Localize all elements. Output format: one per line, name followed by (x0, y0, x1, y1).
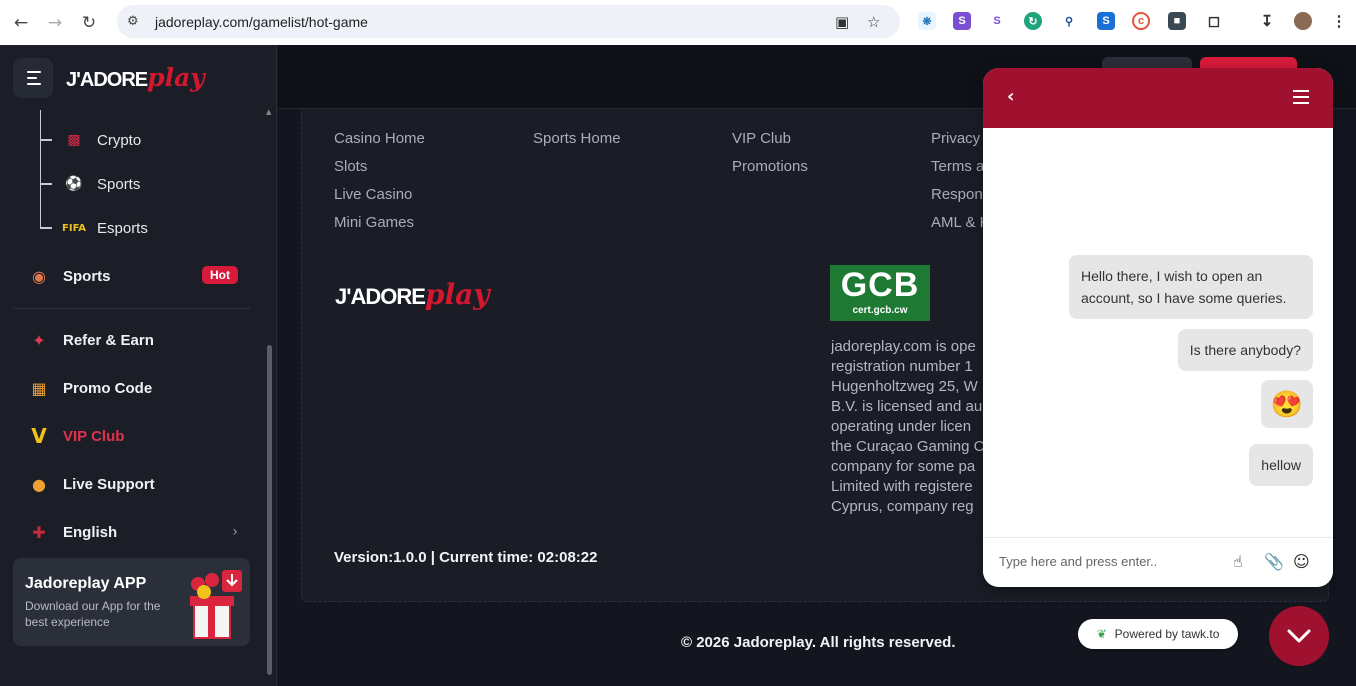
browser-toolbar: ← → ↻ ⚙ jadoreplay.com/gamelist/hot-game… (0, 0, 1356, 45)
footer-link-privacy[interactable]: Privacy (931, 130, 980, 147)
chat-message: Is there anybody? (1177, 329, 1313, 371)
powered-by-tawk-link[interactable]: ❦ Powered by tawk.to (1078, 619, 1238, 649)
footer-link-terms[interactable]: Terms a (931, 158, 984, 175)
license-text: jadoreplay.com is ope registration numbe… (831, 338, 985, 515)
extension-icon-6[interactable]: S (1097, 12, 1115, 30)
footer-link-aml[interactable]: AML & K (931, 214, 990, 231)
sidebar-item-promo-code[interactable]: ▦ Promo Code (27, 375, 242, 401)
extension-icon-1[interactable]: ❋ (918, 12, 936, 30)
site-logo[interactable]: J'ADOREplay (66, 63, 205, 92)
sidebar-item-refer-earn[interactable]: ✦ Refer & Earn (27, 327, 242, 353)
extension-icon-8[interactable]: ■ (1168, 12, 1186, 30)
back-arrow-icon[interactable]: ← (6, 8, 36, 38)
emoji-icon[interactable]: ☺ (1293, 552, 1310, 571)
app-download-card[interactable]: Jadoreplay APP Download our App for the … (13, 558, 250, 646)
soccer-ball-icon: ⚽ (65, 176, 83, 192)
sidebar-item-esports[interactable]: FIFA Esports (40, 217, 148, 239)
vip-crown-icon: V (31, 424, 47, 448)
footer-link-sports-home[interactable]: Sports Home (533, 130, 621, 147)
chat-toggle-button[interactable] (1269, 606, 1329, 666)
url-text[interactable]: jadoreplay.com/gamelist/hot-game (155, 14, 368, 30)
attachment-icon[interactable]: 📎 (1264, 552, 1284, 571)
gift-download-icon (190, 570, 242, 639)
footer-link-mini-games[interactable]: Mini Games (334, 214, 414, 231)
footer-link-responsible[interactable]: Respon (931, 186, 983, 203)
gcb-license-seal[interactable]: GCB cert.gcb.cw (830, 265, 930, 321)
hamburger-menu-icon[interactable] (13, 58, 53, 98)
chat-input-placeholder[interactable]: Type here and press enter.. (999, 554, 1157, 569)
chat-menu-icon[interactable] (1293, 90, 1309, 104)
uk-flag-icon: ✚ (32, 522, 46, 542)
sidebar-item-language[interactable]: ✚ English › (27, 519, 242, 545)
fifa-icon: FIFA (62, 222, 86, 234)
extension-icon-3[interactable]: S (988, 12, 1006, 30)
extension-icon-5[interactable]: ⚲ (1060, 12, 1078, 30)
gift-box-icon: ▦ (31, 378, 47, 398)
install-app-icon[interactable]: ▣ (835, 13, 849, 31)
extension-icon-2[interactable]: S (953, 12, 971, 30)
chat-widget: ‹ Hello there, I wish to open an account… (983, 68, 1333, 587)
sidebar-item-live-support[interactable]: ● Live Support (27, 471, 242, 497)
footer-link-vip-club[interactable]: VIP Club (732, 130, 791, 147)
sidebar-item-sports-sub[interactable]: ⚽ Sports (40, 173, 140, 195)
footer-link-slots[interactable]: Slots (334, 158, 367, 175)
chevron-right-icon: › (232, 524, 238, 540)
hot-badge: Hot (202, 266, 238, 284)
browser-menu-icon[interactable]: ⋮ (1330, 12, 1348, 30)
footer-logo: J'ADOREplay (335, 278, 490, 311)
footer-link-live-casino[interactable]: Live Casino (334, 186, 412, 203)
version-text: Version:1.0.0 | Current time: 02:08:22 (334, 549, 598, 566)
tree-connector (40, 110, 50, 227)
chat-message: 😍 (1260, 380, 1313, 428)
divider (13, 308, 250, 309)
support-agent-icon: ● (32, 474, 46, 494)
thumbs-up-icon[interactable]: ☝ (1233, 552, 1243, 571)
basketball-icon: ◉ (32, 266, 46, 286)
footer-link-promotions[interactable]: Promotions (732, 158, 808, 175)
sidebar-item-sports[interactable]: ◉ Sports Hot (27, 263, 242, 289)
chat-message: Hello there, I wish to open an account, … (1069, 255, 1313, 319)
extension-icon-7[interactable]: c (1132, 12, 1150, 30)
tawk-leaf-icon: ❦ (1096, 627, 1107, 641)
reload-icon[interactable]: ↻ (74, 8, 104, 38)
address-bar[interactable]: ⚙ jadoreplay.com/gamelist/hot-game ▣ ☆ (117, 5, 900, 38)
bookmark-star-icon[interactable]: ☆ (867, 13, 880, 31)
forward-arrow-icon[interactable]: → (40, 8, 70, 38)
refer-icon: ✦ (32, 330, 46, 350)
extension-icon-4[interactable]: ↻ (1024, 12, 1042, 30)
sidebar-item-crypto[interactable]: ▩ Crypto (40, 129, 141, 151)
download-icon[interactable]: ↧ (1258, 12, 1276, 30)
chat-input-bar[interactable]: Type here and press enter.. ☝ 📎 ☺ (983, 537, 1333, 587)
extensions-puzzle-icon[interactable]: ◻ (1205, 12, 1223, 30)
chat-header: ‹ (983, 68, 1333, 128)
sidebar: J'ADOREplay ▲ ▩ Crypto ⚽ Sports FIFA Esp… (0, 45, 277, 686)
scroll-up-arrow-icon[interactable]: ▲ (266, 108, 271, 116)
sidebar-scrollbar[interactable] (267, 345, 272, 675)
app-card-subtitle: Download our App for the best experience (25, 599, 161, 629)
crypto-chart-icon: ▩ (67, 132, 81, 148)
chevron-down-icon (1287, 629, 1311, 643)
chevron-left-icon[interactable]: ‹ (1007, 86, 1014, 107)
site-settings-icon[interactable]: ⚙ (127, 14, 147, 29)
app-card-title: Jadoreplay APP (25, 575, 147, 592)
footer-link-casino-home[interactable]: Casino Home (334, 130, 425, 147)
profile-avatar[interactable] (1294, 12, 1312, 30)
sidebar-item-vip-club[interactable]: V VIP Club (27, 423, 242, 449)
copyright-text: © 2026 Jadoreplay. All rights reserved. (681, 634, 956, 651)
chat-message: hellow (1249, 444, 1313, 486)
